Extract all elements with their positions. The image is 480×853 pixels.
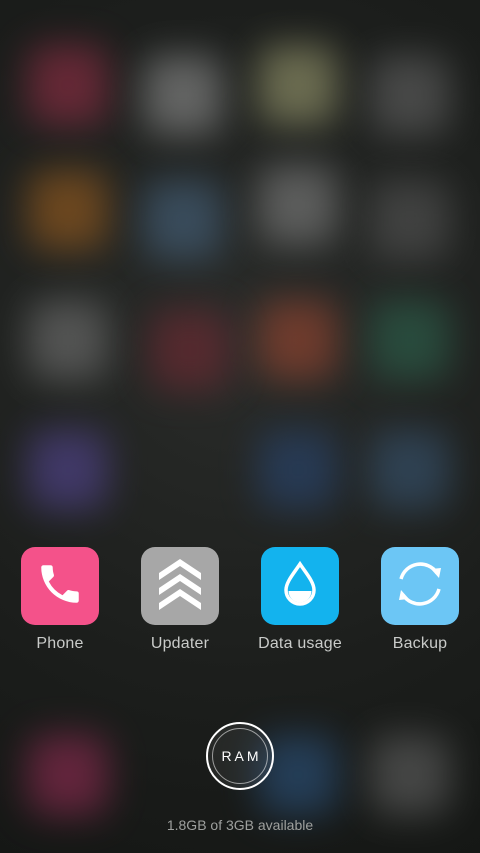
blurred-app-icon bbox=[28, 300, 108, 380]
app-icon-tile bbox=[21, 547, 99, 625]
app-icon-tile bbox=[141, 547, 219, 625]
ram-button-label: RAM bbox=[212, 728, 268, 784]
water-drop-icon bbox=[280, 560, 320, 612]
app-label: Updater bbox=[150, 635, 210, 652]
blurred-app-icon bbox=[370, 735, 450, 815]
app-backup[interactable]: Backup bbox=[360, 547, 480, 653]
app-dock: Phone Updater Data usage Backup bbox=[0, 547, 480, 657]
blurred-app-icon bbox=[258, 165, 338, 245]
ram-clean-button[interactable]: RAM bbox=[206, 722, 274, 790]
sync-circle-icon bbox=[391, 555, 449, 618]
blurred-app-icon bbox=[150, 310, 230, 390]
app-data-usage[interactable]: Data usage bbox=[240, 547, 360, 653]
blurred-app-icon bbox=[28, 430, 108, 510]
blurred-app-icon bbox=[28, 45, 108, 125]
blurred-app-icon bbox=[370, 180, 450, 260]
updater-chevrons-icon bbox=[155, 557, 205, 616]
app-phone[interactable]: Phone bbox=[0, 547, 120, 653]
blurred-app-icon bbox=[28, 170, 108, 250]
blurred-app-icon bbox=[258, 45, 338, 125]
app-icon-tile bbox=[261, 547, 339, 625]
blurred-app-icon bbox=[143, 180, 223, 260]
blurred-app-icon bbox=[370, 300, 450, 380]
blurred-app-icon bbox=[28, 735, 108, 815]
app-label: Phone bbox=[36, 635, 84, 652]
app-icon-tile bbox=[381, 547, 459, 625]
app-updater[interactable]: Updater bbox=[120, 547, 240, 653]
blurred-app-icon bbox=[143, 55, 223, 135]
blurred-app-icon bbox=[258, 430, 338, 510]
blurred-app-icon bbox=[370, 430, 450, 510]
app-label: Data usage bbox=[258, 635, 342, 652]
app-label: Backup bbox=[392, 635, 448, 652]
ram-available-status: 1.8GB of 3GB available bbox=[166, 817, 314, 833]
blurred-app-icon bbox=[370, 55, 450, 135]
phone-icon bbox=[35, 559, 85, 614]
blurred-app-icon bbox=[258, 300, 338, 380]
